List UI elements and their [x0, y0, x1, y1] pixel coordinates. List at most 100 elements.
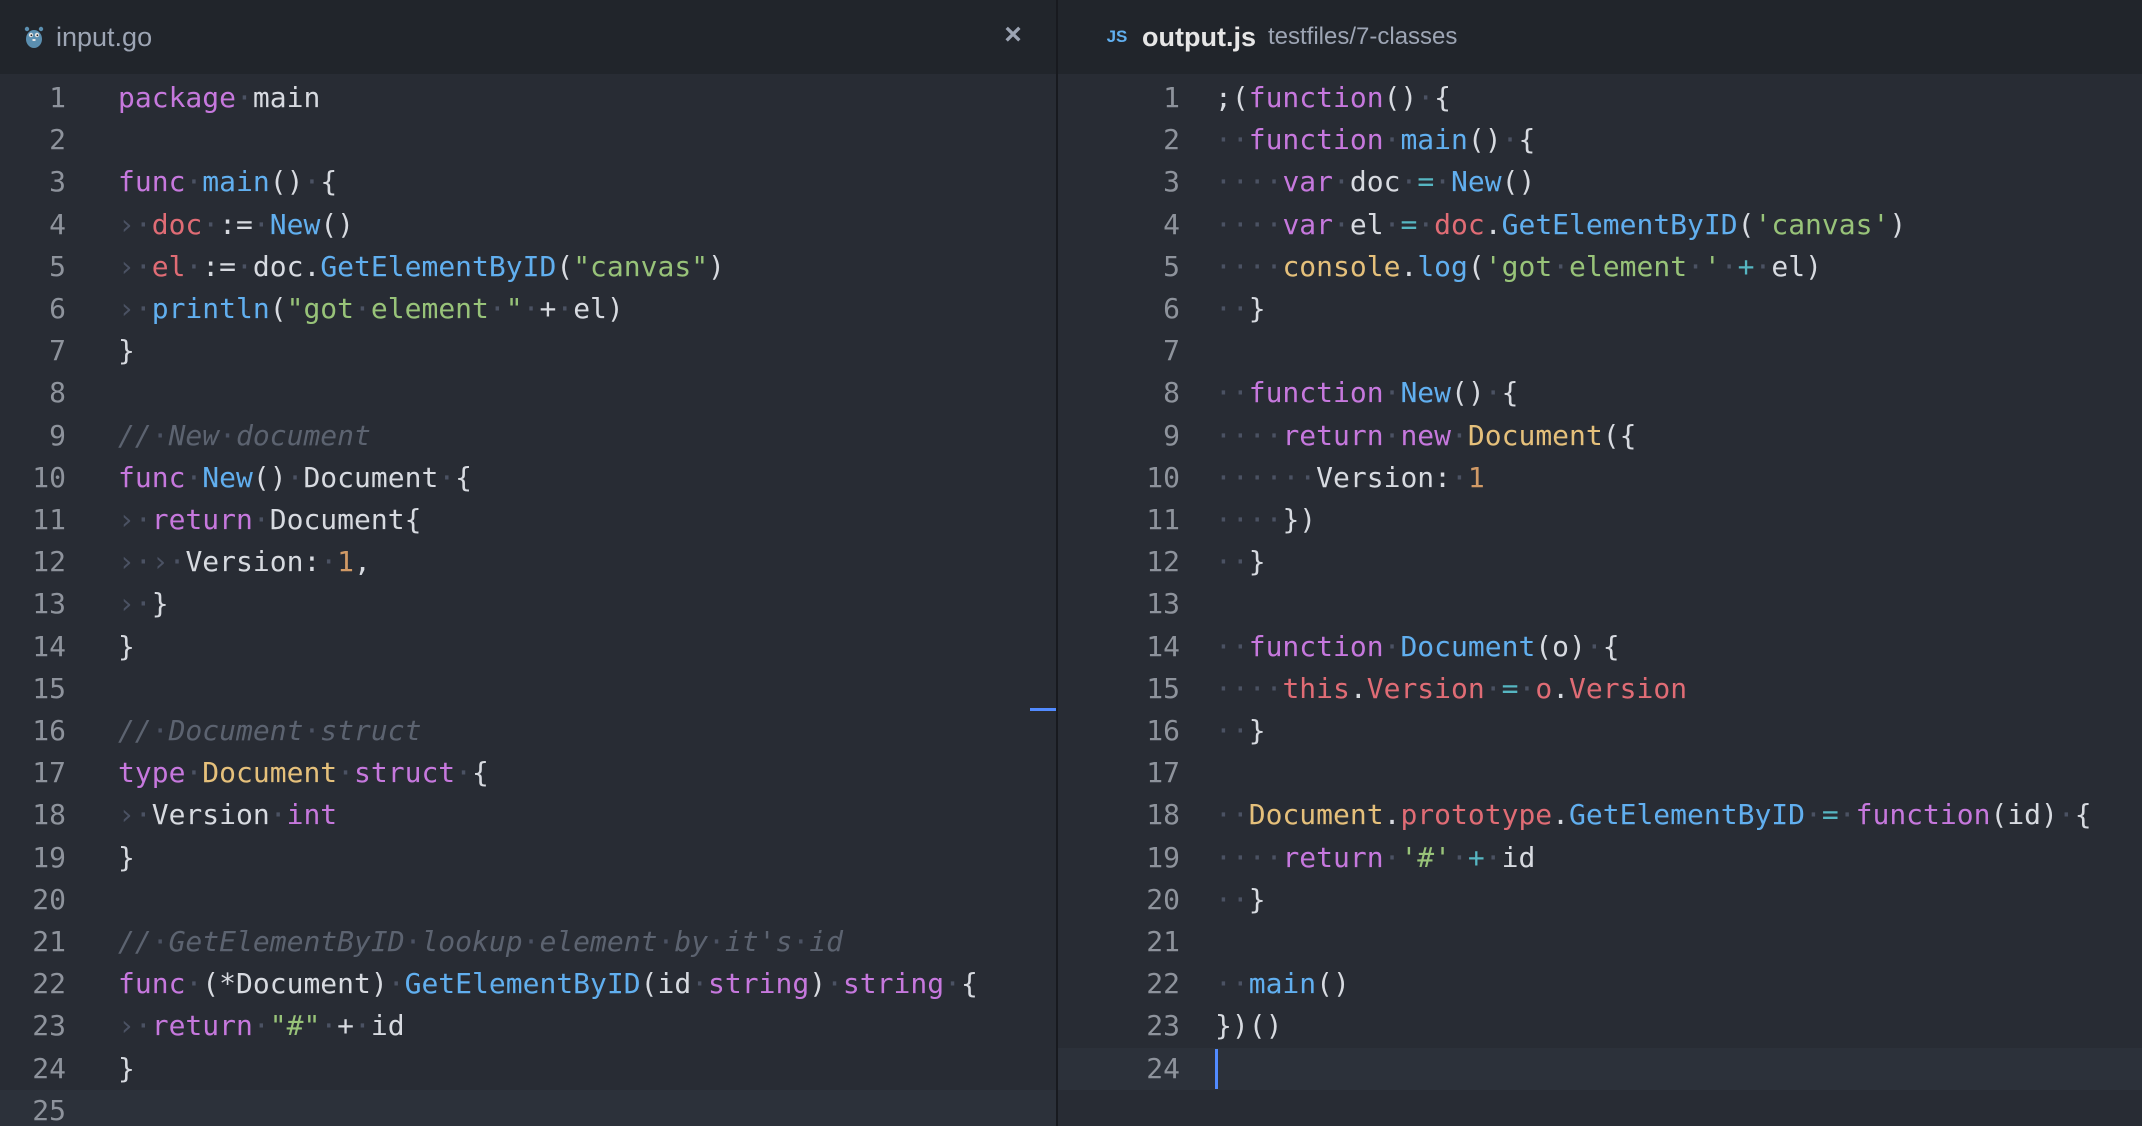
code-line[interactable]: 23})() [1058, 1005, 2142, 1047]
code-line[interactable]: 6 ›·println("got·element·"·+·el) [0, 288, 1056, 330]
code-line[interactable]: 17 [1058, 752, 2142, 794]
line-text: } [118, 1048, 135, 1090]
code-token: ) [1805, 249, 1822, 283]
code-line[interactable]: 19} [0, 837, 1056, 879]
code-line[interactable]: 13 ›·} [0, 583, 1056, 625]
code-line[interactable]: 6 ··} [1058, 288, 2142, 330]
code-token: · [387, 967, 405, 1001]
code-token: ( [269, 292, 287, 325]
code-token: element [1569, 249, 1688, 283]
line-text: ›·el·:=·doc.GetElementByID("canvas") [118, 246, 725, 288]
code-token: · [488, 292, 506, 325]
line-number: 14 [1146, 629, 1180, 663]
code-token: · [151, 418, 169, 452]
code-line[interactable]: 14} [0, 626, 1056, 668]
code-token: (*Document) [202, 967, 388, 1001]
code-token: › [118, 587, 135, 621]
code-line[interactable]: 23 ›·return·"#"·+·id [0, 1005, 1056, 1047]
code-line[interactable]: 1 ;(function()·{ [1058, 77, 2142, 119]
code-line[interactable]: 7} [0, 330, 1056, 372]
code-line[interactable]: 9 ····return·new·Document({ [1058, 415, 2142, 457]
code-token: · [1451, 418, 1468, 452]
line-text: ›·doc·:=·New() [118, 204, 354, 246]
code-token: · [320, 1009, 338, 1043]
code-token: id [370, 1009, 405, 1043]
code-token: 1 [337, 545, 355, 579]
left-editor-pane: input.go × 1 package·main 2 3 func·main()·{4… [0, 0, 1056, 1126]
code-line[interactable]: 2 [0, 119, 1056, 161]
code-token: · [1231, 671, 1249, 705]
code-line[interactable]: 13 [1058, 583, 2142, 625]
code-token: · [1282, 460, 1300, 494]
line-text: } [118, 330, 135, 372]
code-line[interactable]: 8 [0, 372, 1056, 414]
code-token: · [1215, 460, 1232, 494]
code-token: Document [1467, 418, 1603, 452]
code-line[interactable]: 22 func·(*Document)·GetElementByID(id·str… [0, 963, 1056, 1005]
left-tab-bar: input.go × [0, 0, 1056, 74]
code-line[interactable]: 12 ›·›·Version:·1, [0, 541, 1056, 583]
code-line[interactable]: 24} [0, 1048, 1056, 1090]
code-line[interactable]: 10 func·New()·Document·{ [0, 457, 1056, 499]
code-token: } [1248, 545, 1266, 579]
code-line[interactable]: 11 ›·return·Document{ [0, 499, 1056, 541]
code-line[interactable]: 20 ··} [1058, 879, 2142, 921]
code-line[interactable]: 17 type·Document·struct·{ [0, 752, 1056, 794]
code-token: ) [606, 292, 624, 325]
code-line[interactable]: 8 ··function·New()·{ [1058, 372, 2142, 414]
code-line[interactable]: 3 ····var·doc·=·New() [1058, 161, 2142, 203]
code-line[interactable]: 4 ····var·el·=·doc.GetElementByID('canvas… [1058, 204, 2142, 246]
code-line[interactable]: 10 ······Version:·1 [1058, 457, 2142, 499]
code-token: · [1501, 123, 1519, 157]
code-line[interactable]: 5 ····console.log('got·element·'·+·el) [1058, 246, 2142, 288]
code-token: · [1215, 967, 1232, 1001]
code-token: + [337, 1009, 355, 1043]
code-token: '#' [1400, 840, 1452, 874]
code-line[interactable]: 14 ··function·Document(o)·{ [1058, 626, 2142, 668]
code-line[interactable]: 22 ··main() [1058, 963, 2142, 1005]
code-token: Version: [185, 545, 321, 579]
code-token: · [1231, 165, 1249, 199]
code-token: function [1248, 123, 1384, 157]
code-line[interactable]: 18 ··Document.prototype.GetElementByID·=·… [1058, 794, 2142, 836]
code-line[interactable]: 21 [1058, 921, 2142, 963]
code-line[interactable]: 4 ›·doc·:=·New() [0, 204, 1056, 246]
code-area[interactable]: 1 ;(function()·{2 ··function·main()·{3 ····… [1058, 74, 2142, 1126]
code-line[interactable]: 20 [0, 879, 1056, 921]
code-token: · [438, 460, 456, 494]
code-token: · [1215, 882, 1232, 916]
line-number: 18 [32, 798, 66, 832]
code-token: · [522, 925, 540, 958]
code-line[interactable]: 3 func·main()·{ [0, 161, 1056, 203]
line-text: ›·return·"#"·+·id [118, 1005, 405, 1047]
code-line[interactable]: 19 ····return·'#'·+·id [1058, 837, 2142, 879]
code-line[interactable]: 25 [0, 1089, 1056, 1126]
close-tab-button[interactable]: × [996, 18, 1030, 52]
gopher-icon [24, 25, 44, 49]
code-line[interactable]: 16//·Document·struct [0, 710, 1056, 752]
code-line[interactable]: 2 ··function·main()·{ [1058, 119, 2142, 161]
code-line[interactable]: 11 ····}) [1058, 499, 2142, 541]
code-line[interactable]: 16 ··} [1058, 710, 2142, 752]
code-area[interactable]: 1 package·main 2 3 func·main()·{4 ›·doc·:=·Ne… [0, 74, 1056, 1126]
line-number: 10 [1146, 460, 1180, 494]
code-token: + [1737, 249, 1755, 283]
code-line[interactable]: 21//·GetElementByID·lookup·element·by·it… [0, 921, 1056, 963]
line-text: package·main [118, 77, 320, 119]
code-token: Document [1400, 629, 1536, 663]
code-line[interactable]: 15 [0, 668, 1056, 710]
code-token: · [1231, 840, 1249, 874]
tab-input-go[interactable]: input.go [24, 0, 152, 74]
code-line[interactable]: 1 package·main [0, 77, 1056, 119]
tab-output-js[interactable]: JS output.js testfiles/7-classes [1104, 0, 1458, 74]
code-line[interactable]: 9//·New·document [0, 415, 1056, 457]
code-line[interactable]: 7 [1058, 330, 2142, 372]
code-line[interactable]: 15 ····this.Version·=·o.Version [1058, 668, 2142, 710]
code-line[interactable]: 5 ›·el·:=·doc.GetElementByID("canvas") [0, 246, 1056, 288]
code-token: ( [1467, 249, 1485, 283]
scrollbar[interactable] [1028, 74, 1056, 1126]
code-line[interactable]: 12 ··} [1058, 541, 2142, 583]
code-token: { [960, 967, 978, 1001]
code-line[interactable]: 24 [1058, 1047, 2142, 1090]
code-line[interactable]: 18 ›·Version·int [0, 794, 1056, 836]
